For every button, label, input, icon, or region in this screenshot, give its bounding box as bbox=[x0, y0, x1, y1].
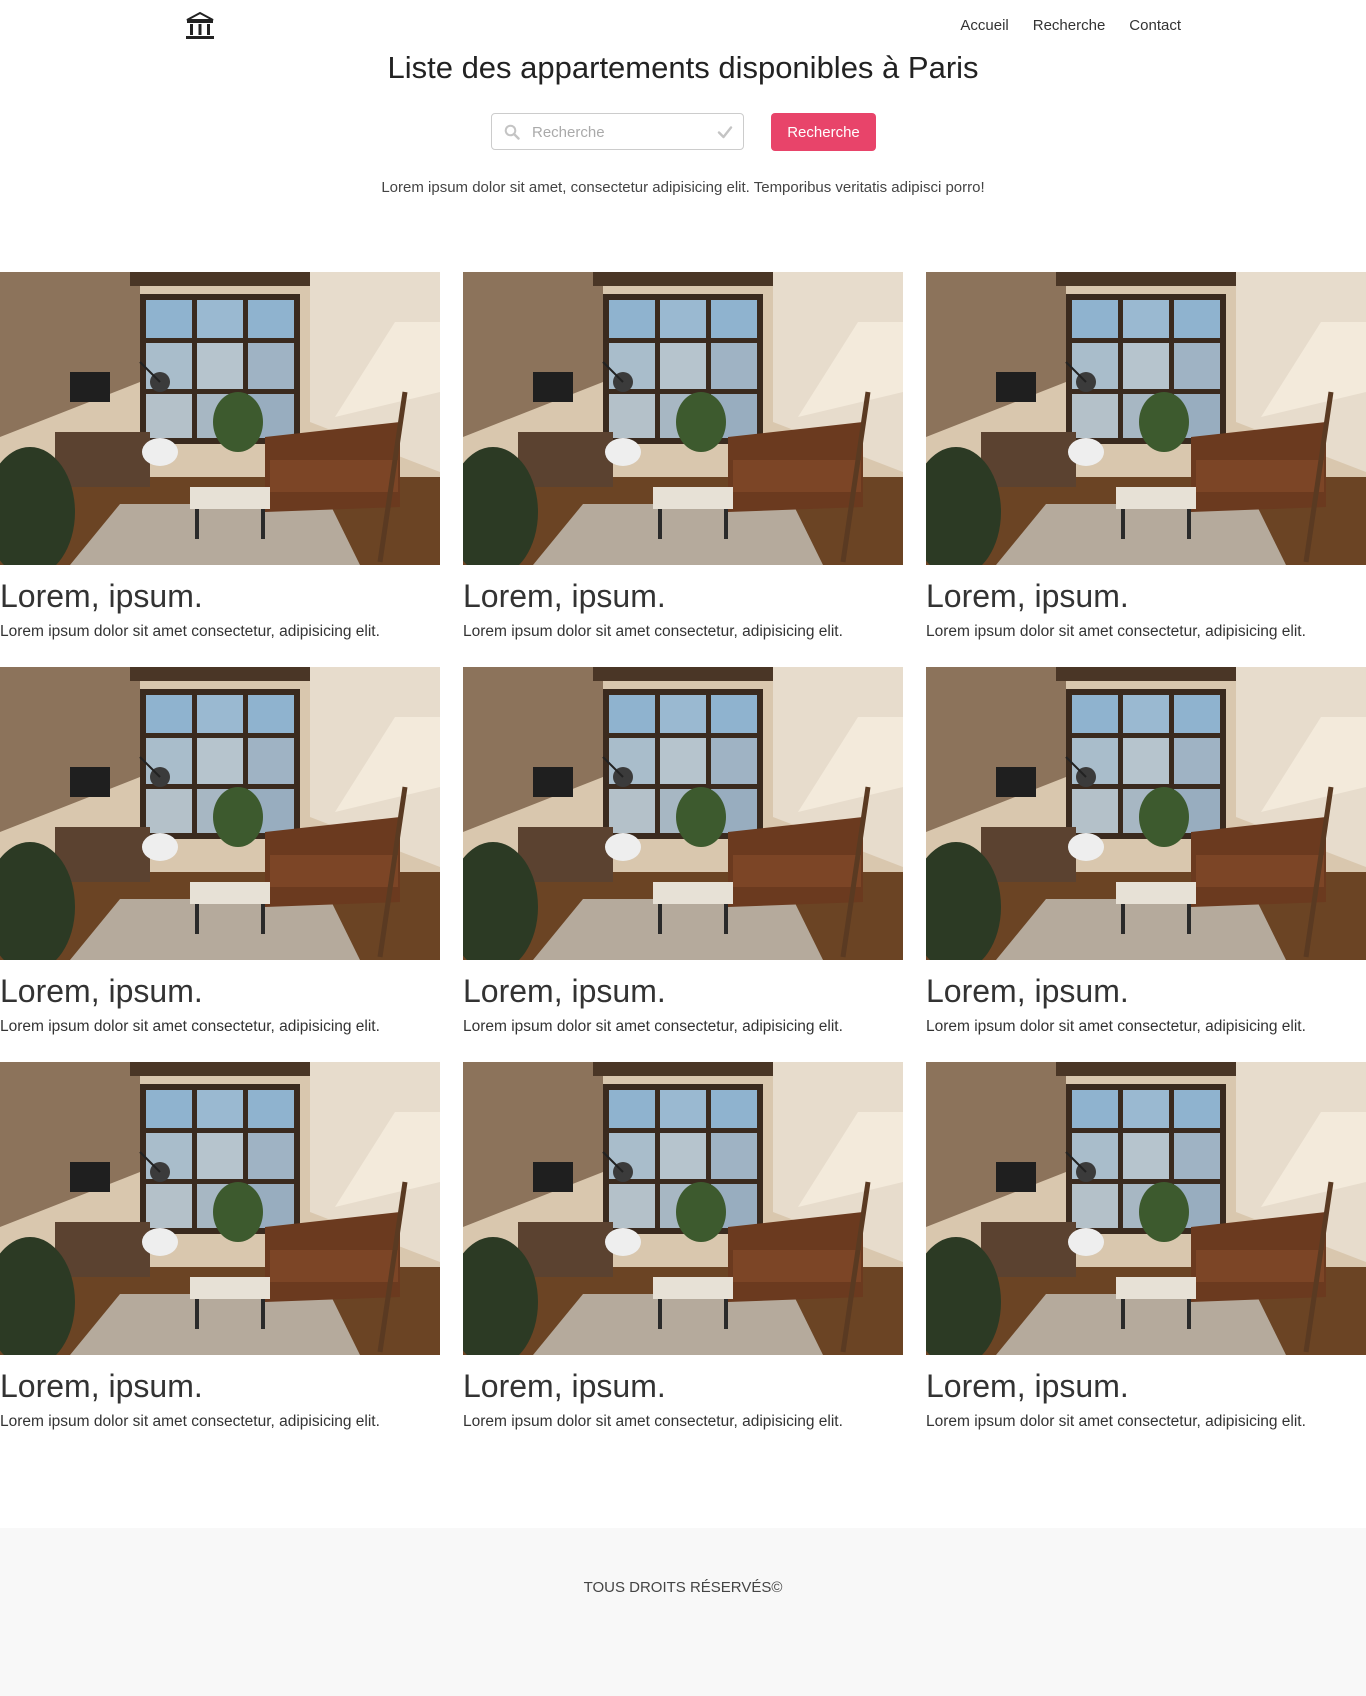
listing-card[interactable]: Lorem, ipsum. Lorem ipsum dolor sit amet… bbox=[0, 272, 440, 667]
listing-title: Lorem, ipsum. bbox=[463, 1368, 666, 1404]
check-icon bbox=[717, 124, 733, 140]
listing-title: Lorem, ipsum. bbox=[463, 973, 666, 1009]
nav-link-contact[interactable]: Contact bbox=[1129, 17, 1181, 34]
listing-description: Lorem ipsum dolor sit amet consectetur, … bbox=[0, 1413, 380, 1430]
listing-title: Lorem, ipsum. bbox=[0, 1368, 203, 1404]
listing-title: Lorem, ipsum. bbox=[926, 578, 1129, 614]
search-input[interactable] bbox=[530, 117, 704, 148]
nav-link-recherche[interactable]: Recherche bbox=[1033, 17, 1106, 34]
apartment-photo[interactable] bbox=[926, 272, 1366, 565]
listing-title: Lorem, ipsum. bbox=[0, 578, 203, 614]
listing-title: Lorem, ipsum. bbox=[926, 1368, 1129, 1404]
apartment-photo[interactable] bbox=[463, 1062, 903, 1355]
listing-description: Lorem ipsum dolor sit amet consectetur, … bbox=[463, 623, 843, 640]
apartment-photo[interactable] bbox=[926, 1062, 1366, 1355]
listing-description: Lorem ipsum dolor sit amet consectetur, … bbox=[926, 1413, 1306, 1430]
listing-description: Lorem ipsum dolor sit amet consectetur, … bbox=[926, 1018, 1306, 1035]
listing-description: Lorem ipsum dolor sit amet consectetur, … bbox=[463, 1018, 843, 1035]
listing-card[interactable]: Lorem, ipsum. Lorem ipsum dolor sit amet… bbox=[926, 667, 1366, 1062]
listing-description: Lorem ipsum dolor sit amet consectetur, … bbox=[0, 623, 380, 640]
apartment-photo[interactable] bbox=[926, 667, 1366, 960]
search-icon bbox=[504, 124, 520, 140]
listing-description: Lorem ipsum dolor sit amet consectetur, … bbox=[0, 1018, 380, 1035]
page-title: Liste des appartements disponibles à Par… bbox=[387, 50, 979, 85]
listing-card[interactable]: Lorem, ipsum. Lorem ipsum dolor sit amet… bbox=[463, 1062, 903, 1457]
listings-grid: Lorem, ipsum. Lorem ipsum dolor sit amet… bbox=[0, 272, 1366, 1457]
footer: TOUS DROITS RÉSERVÉS© bbox=[0, 1528, 1366, 1696]
apartment-photo[interactable] bbox=[463, 272, 903, 565]
listing-card[interactable]: Lorem, ipsum. Lorem ipsum dolor sit amet… bbox=[0, 667, 440, 1062]
listing-card[interactable]: Lorem, ipsum. Lorem ipsum dolor sit amet… bbox=[0, 1062, 440, 1457]
listing-description: Lorem ipsum dolor sit amet consectetur, … bbox=[926, 623, 1306, 640]
listing-title: Lorem, ipsum. bbox=[463, 578, 666, 614]
apartment-photo[interactable] bbox=[0, 1062, 440, 1355]
apartment-photo[interactable] bbox=[0, 667, 440, 960]
search-box bbox=[491, 113, 744, 150]
listing-description: Lorem ipsum dolor sit amet consectetur, … bbox=[463, 1413, 843, 1430]
footer-copyright: TOUS DROITS RÉSERVÉS© bbox=[583, 1579, 783, 1596]
intro-text: Lorem ipsum dolor sit amet, consectetur … bbox=[381, 179, 985, 196]
listing-card[interactable]: Lorem, ipsum. Lorem ipsum dolor sit amet… bbox=[463, 272, 903, 667]
apartment-photo[interactable] bbox=[0, 272, 440, 565]
listing-title: Lorem, ipsum. bbox=[926, 973, 1129, 1009]
listing-title: Lorem, ipsum. bbox=[0, 973, 203, 1009]
listing-card[interactable]: Lorem, ipsum. Lorem ipsum dolor sit amet… bbox=[926, 272, 1366, 667]
nav-link-accueil[interactable]: Accueil bbox=[960, 17, 1008, 34]
search-button[interactable]: Recherche bbox=[771, 113, 876, 151]
apartment-photo[interactable] bbox=[463, 667, 903, 960]
navbar: Accueil Recherche Contact bbox=[0, 0, 1366, 54]
listing-card[interactable]: Lorem, ipsum. Lorem ipsum dolor sit amet… bbox=[463, 667, 903, 1062]
building-columns-icon[interactable] bbox=[184, 11, 216, 41]
main-nav: Accueil Recherche Contact bbox=[960, 17, 1181, 34]
listing-card[interactable]: Lorem, ipsum. Lorem ipsum dolor sit amet… bbox=[926, 1062, 1366, 1457]
